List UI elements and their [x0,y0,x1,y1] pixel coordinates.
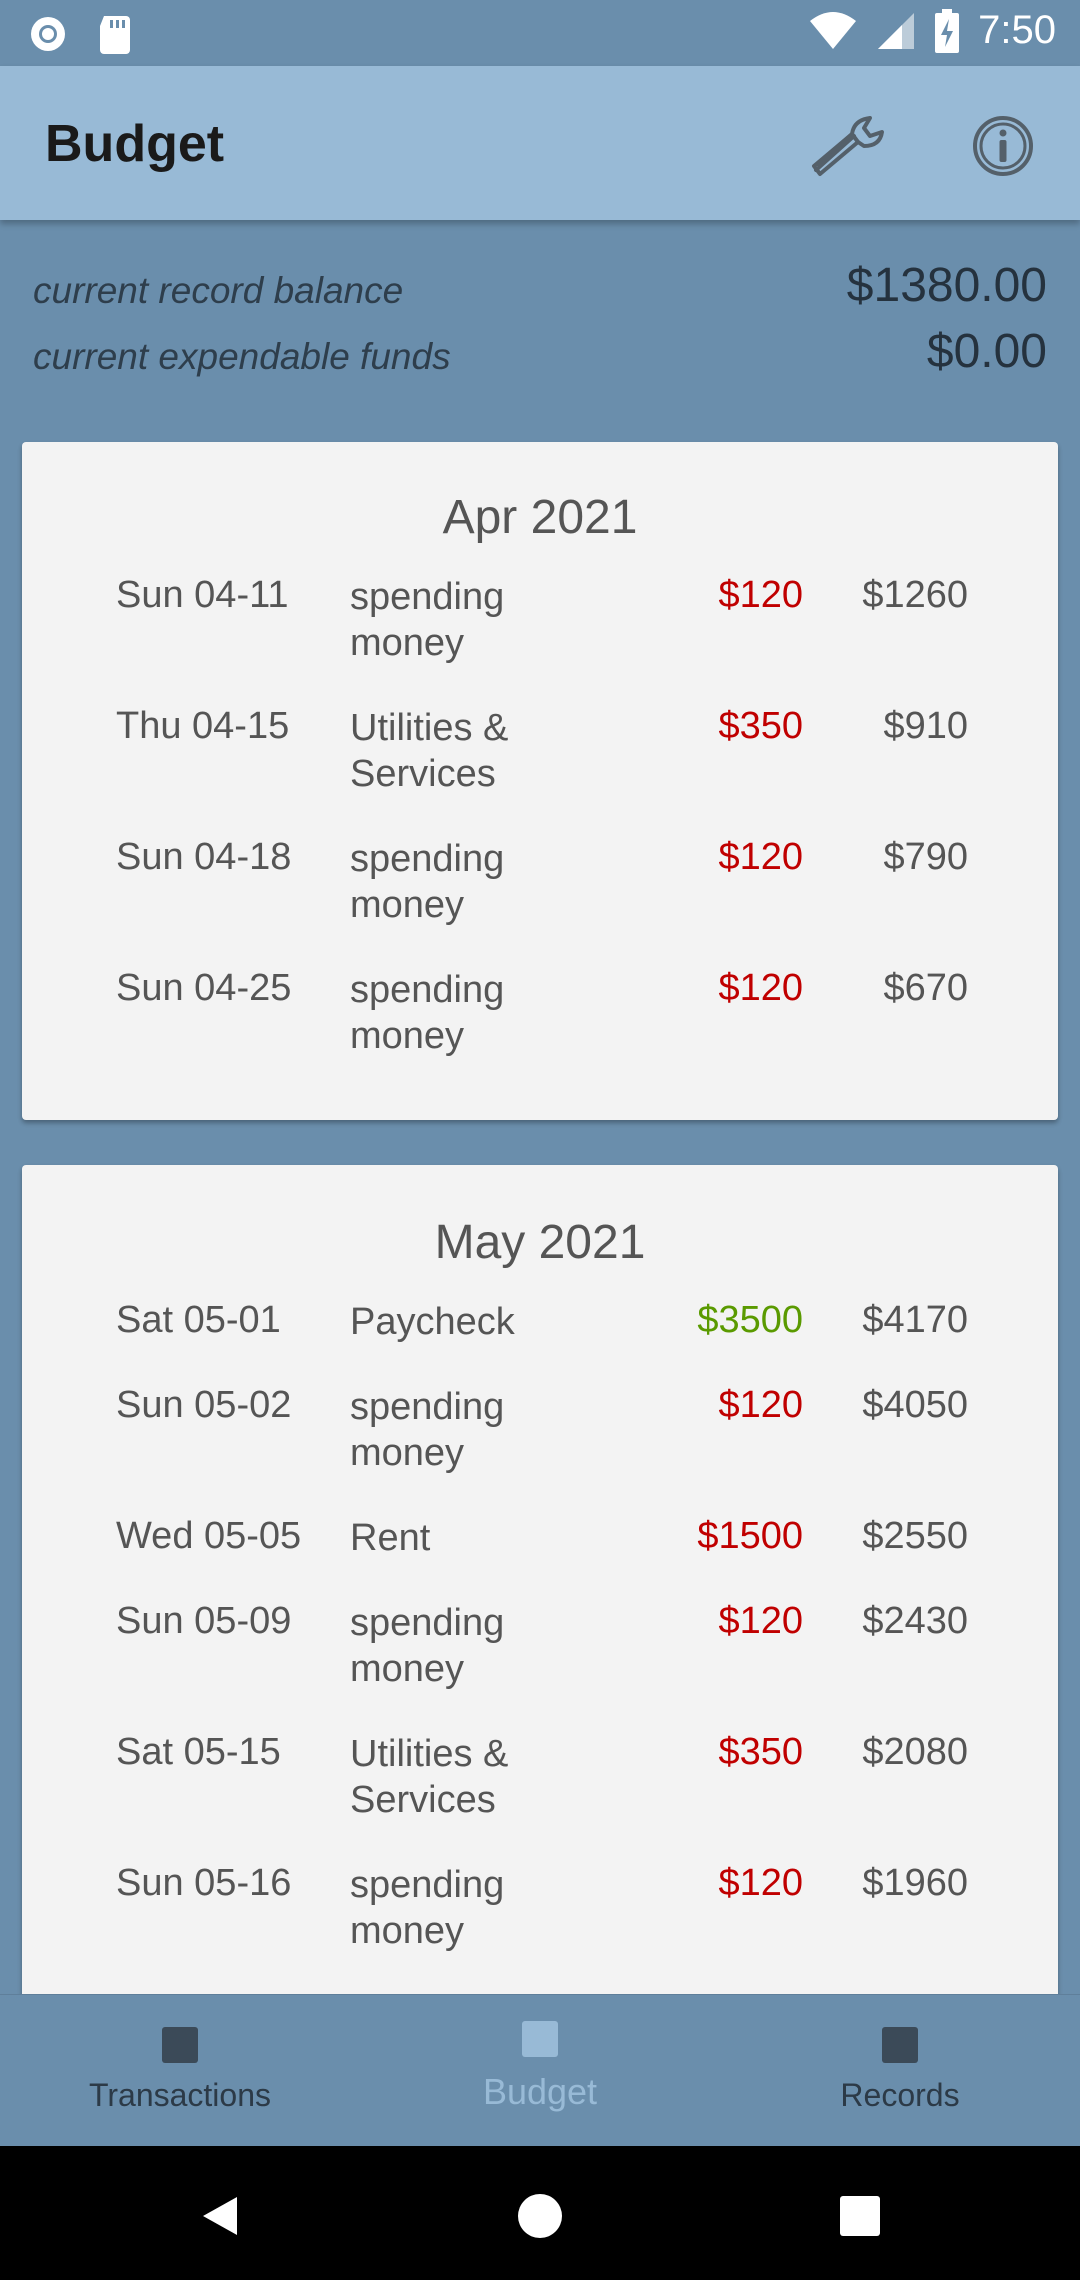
recents-icon [840,2196,880,2236]
transaction-row[interactable]: Sun 05-16 spending money $120 $1960 [22,1862,1058,1982]
nav-tab-budget[interactable]: Budget [360,1995,720,2147]
transaction-description: spending money [350,838,505,926]
cell-signal-icon [878,12,915,49]
transaction-description: Paycheck [350,1301,515,1343]
status-bar: 7:50 [0,0,1080,66]
wrench-icon [812,116,884,176]
transaction-row[interactable]: Sun 05-09 spending money $120 $2430 [22,1600,1058,1720]
settings-button[interactable] [805,106,895,186]
transaction-date: Thu 04-15 [116,705,290,747]
sd-card-icon [100,16,130,54]
transaction-amount: $120 [718,1384,803,1426]
running-balance: $4050 [862,1384,968,1426]
running-balance: $2550 [862,1515,968,1557]
wifi-icon [810,11,857,49]
transaction-date: Sun 04-18 [116,836,292,878]
nav-tab-transactions[interactable]: Transactions [0,1995,360,2147]
month-card-apr: Apr 2021 Sun 04-11 spending money $120 $… [22,442,1058,1120]
transaction-date: Sat 05-15 [116,1731,281,1773]
transaction-description: spending money [350,1864,505,1952]
transaction-description: spending money [350,576,505,664]
transaction-amount: $1500 [697,1515,803,1557]
transactions-icon [162,2027,198,2063]
transaction-row[interactable]: Sun 04-11 spending money $120 $1260 [22,574,1058,694]
nav-tab-records[interactable]: Records [720,1995,1080,2147]
back-icon [203,2197,237,2235]
month-card-may: May 2021 Sat 05-01 Paycheck $3500 $4170 … [22,1165,1058,2065]
nav-label: Transactions [89,2077,271,2113]
transaction-description: Rent [350,1517,431,1559]
transaction-amount: $120 [718,967,803,1009]
system-navigation-bar [0,2146,1080,2280]
running-balance: $2430 [862,1600,968,1642]
transaction-date: Sat 05-01 [116,1299,281,1341]
budget-icon [522,2021,558,2057]
record-icon [31,17,65,51]
month-title: May 2021 [434,1216,646,1269]
transaction-description: spending money [350,1602,505,1690]
transaction-description: spending money [350,969,505,1057]
info-icon [973,116,1033,176]
back-button[interactable] [180,2176,260,2256]
info-button[interactable] [958,106,1048,186]
transaction-amount: $120 [718,1862,803,1904]
nav-label: Budget [482,2071,598,2112]
page-title: Budget [45,115,225,173]
home-icon [518,2194,562,2238]
running-balance: $1260 [862,574,968,616]
funds-value: $0.00 [926,325,1047,378]
transaction-amount: $120 [718,574,803,616]
recents-button[interactable] [820,2176,900,2256]
running-balance: $2080 [862,1731,968,1773]
transaction-row[interactable]: Sun 05-02 spending money $120 $4050 [22,1384,1058,1504]
running-balance: $1960 [862,1862,968,1904]
transaction-date: Wed 05-05 [116,1515,302,1557]
nav-label: Records [840,2077,960,2113]
transaction-date: Sun 04-25 [116,967,292,1009]
transaction-amount: $120 [718,1600,803,1642]
transaction-date: Sun 05-02 [116,1384,292,1426]
month-title: Apr 2021 [442,491,638,544]
running-balance: $790 [883,836,968,878]
transaction-row[interactable]: Thu 04-15 Utilities & Services $350 $910 [22,705,1058,825]
balance-value: $1380.00 [846,259,1047,312]
app-bar: Budget [0,66,1080,220]
running-balance: $4170 [862,1299,968,1341]
transaction-date: Sun 04-11 [116,574,289,616]
transaction-amount: $120 [718,836,803,878]
funds-label: current expendable funds [33,336,451,377]
transaction-description: Utilities & Services [350,707,509,795]
running-balance: $910 [883,705,968,747]
home-button[interactable] [500,2176,580,2256]
transaction-row[interactable]: Sun 04-18 spending money $120 $790 [22,836,1058,956]
transaction-amount: $3500 [697,1299,803,1341]
transaction-row[interactable]: Sat 05-15 Utilities & Services $350 $208… [22,1731,1058,1851]
battery-charging-icon [935,8,960,53]
transaction-amount: $350 [718,1731,803,1773]
transaction-row[interactable]: Sun 04-25 spending money $120 $670 [22,967,1058,1087]
running-balance: $670 [883,967,968,1009]
transaction-date: Sun 05-16 [116,1862,292,1904]
bottom-navigation: Transactions Budget Records [0,1994,1080,2147]
transaction-amount: $350 [718,705,803,747]
clock: 7:50 [978,8,1056,52]
balance-summary: current record balance $1380.00 current … [0,220,1080,440]
records-icon [882,2027,918,2063]
balance-label: current record balance [33,270,404,311]
transaction-description: spending money [350,1386,505,1474]
transaction-date: Sun 05-09 [116,1600,292,1642]
transaction-description: Utilities & Services [350,1733,509,1821]
